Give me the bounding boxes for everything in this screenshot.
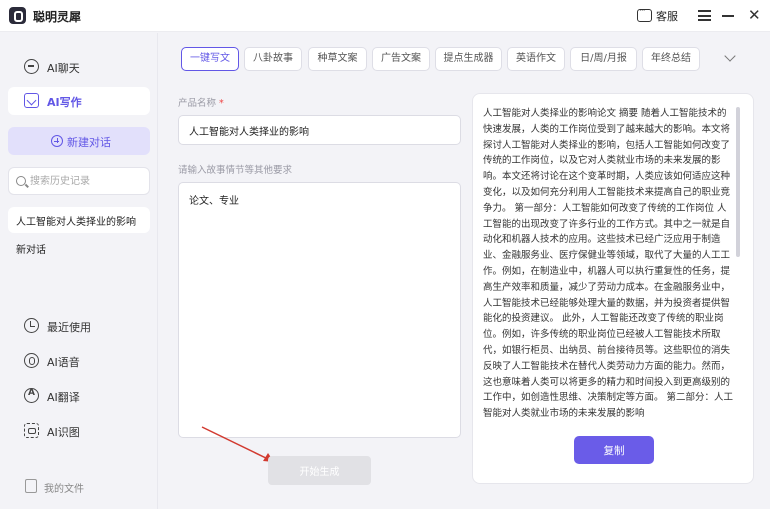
- details-textarea[interactable]: 论文、专业: [178, 182, 461, 438]
- nav-item-recent[interactable]: 最近使用: [8, 312, 150, 340]
- scrollbar[interactable]: [736, 107, 740, 257]
- tab-english-essay[interactable]: 英语作文: [507, 47, 565, 71]
- tab-year-end-summary[interactable]: 年终总结: [642, 47, 700, 71]
- voice-icon: [24, 353, 39, 368]
- nav-item-ai-chat[interactable]: AI聊天: [8, 53, 150, 81]
- required-mark: *: [219, 98, 224, 109]
- tab-gossip-story[interactable]: 八卦故事: [244, 47, 302, 71]
- file-icon: [25, 479, 37, 493]
- plus-circle-icon: [51, 135, 63, 147]
- conversation-title: 新对话: [16, 245, 46, 256]
- support-label: 客服: [656, 10, 678, 23]
- details-label: 请输入故事情节等其他要求: [178, 165, 293, 176]
- nav-item-label: AI聊天: [47, 62, 80, 75]
- chat-icon: [24, 59, 39, 74]
- product-name-label: 产品名称 *: [178, 98, 224, 109]
- start-generate-button[interactable]: 开始生成: [268, 456, 371, 485]
- nav-item-label: 最近使用: [47, 321, 91, 334]
- result-panel: 人工智能对人类择业的影响论文 摘要 随着人工智能技术的快速发展，人类的工作岗位受…: [472, 93, 754, 484]
- nav-item-ai-image-recognition[interactable]: AI识图: [8, 417, 150, 445]
- chevron-down-icon[interactable]: [724, 50, 736, 62]
- history-search: [8, 167, 150, 195]
- nav-item-label: AI语音: [47, 356, 80, 369]
- tab-ad-copy[interactable]: 广告文案: [372, 47, 430, 71]
- menu-icon[interactable]: [698, 10, 711, 21]
- tab-seeding-copy[interactable]: 种草文案: [308, 47, 367, 71]
- close-icon[interactable]: ✕: [748, 8, 761, 23]
- my-files-button[interactable]: 我的文件: [8, 474, 150, 498]
- product-name-input[interactable]: [178, 115, 461, 145]
- generated-text: 人工智能对人类择业的影响论文 摘要 随着人工智能技术的快速发展，人类的工作岗位受…: [483, 108, 734, 420]
- conversation-item[interactable]: 人工智能对人类择业的影响: [8, 207, 150, 233]
- conversation-title: 人工智能对人类择业的影响: [16, 217, 136, 228]
- write-icon: [24, 93, 39, 108]
- tab-outline-generator[interactable]: 提点生成器: [435, 47, 502, 71]
- conversation-item[interactable]: 新对话: [8, 235, 150, 261]
- sidebar: AI聊天 AI写作 新建对话 人工智能对人类择业的影响 新对话 最近使用 AI语…: [0, 33, 158, 509]
- nav-item-ai-writing[interactable]: AI写作: [8, 87, 150, 115]
- search-icon: [16, 176, 26, 186]
- copy-button[interactable]: 复制: [574, 436, 654, 464]
- nav-item-ai-voice[interactable]: AI语音: [8, 347, 150, 375]
- nav-item-label: AI写作: [47, 96, 82, 109]
- nav-item-ai-translate[interactable]: AI翻译: [8, 382, 150, 410]
- translate-icon: [24, 388, 39, 403]
- support-button[interactable]: 客服: [637, 6, 681, 25]
- tab-one-click-write[interactable]: 一键写文: [181, 47, 239, 71]
- title-bar: 聪明灵犀 客服 ✕: [0, 0, 770, 32]
- history-icon: [24, 318, 39, 333]
- support-chat-icon: [637, 6, 652, 22]
- minimize-icon[interactable]: [722, 15, 734, 17]
- new-chat-button[interactable]: 新建对话: [8, 127, 150, 155]
- scan-icon: [24, 423, 39, 438]
- app-logo-icon: [9, 7, 26, 24]
- nav-item-label: AI翻译: [47, 391, 80, 404]
- my-files-label: 我的文件: [44, 484, 84, 495]
- app-title: 聪明灵犀: [33, 10, 82, 24]
- tab-reports[interactable]: 日/周/月报: [570, 47, 637, 71]
- template-tabs: 一键写文 八卦故事 种草文案 广告文案 提点生成器 英语作文 日/周/月报 年终…: [158, 33, 770, 85]
- new-chat-label: 新建对话: [67, 136, 111, 149]
- nav-item-label: AI识图: [47, 426, 80, 439]
- history-search-input[interactable]: [30, 173, 145, 189]
